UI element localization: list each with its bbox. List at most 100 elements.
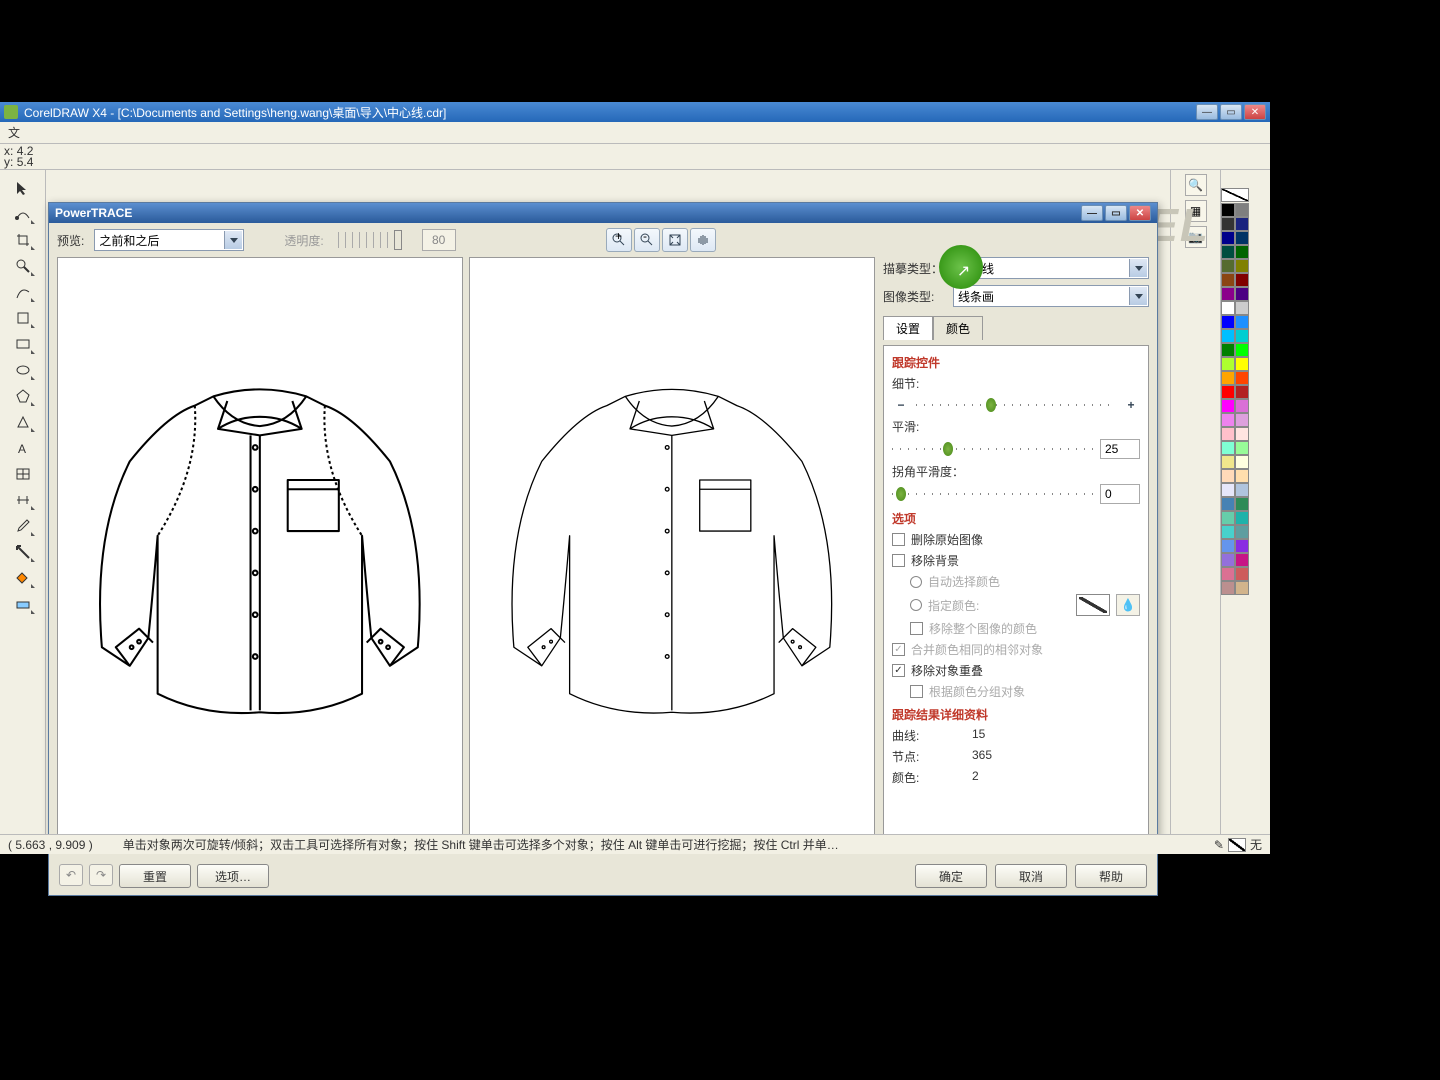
color-swatch[interactable] <box>1235 483 1249 497</box>
color-swatch[interactable] <box>1221 301 1235 315</box>
transparency-slider[interactable] <box>338 232 408 248</box>
delete-original-checkbox[interactable] <box>892 533 905 546</box>
shape-tool[interactable] <box>9 202 37 226</box>
color-swatch[interactable] <box>1221 343 1235 357</box>
reset-button[interactable]: 重置 <box>119 864 191 888</box>
image-type-combo[interactable]: 线条画 <box>953 285 1149 307</box>
detail-slider[interactable] <box>916 396 1116 414</box>
interactive-fill-tool[interactable] <box>9 592 37 616</box>
maximize-button[interactable]: ▭ <box>1220 104 1242 120</box>
color-swatch[interactable] <box>1235 385 1249 399</box>
dialog-minimize-button[interactable]: — <box>1081 205 1103 221</box>
menubar[interactable]: 文 <box>0 122 1270 144</box>
color-swatch[interactable] <box>1235 553 1249 567</box>
dialog-close-button[interactable]: ✕ <box>1129 205 1151 221</box>
redo-button[interactable]: ↷ <box>89 864 113 886</box>
color-swatch[interactable] <box>1235 231 1249 245</box>
color-swatch[interactable] <box>1235 371 1249 385</box>
zoom-in-button[interactable]: + <box>606 228 632 252</box>
color-swatch[interactable] <box>1221 497 1235 511</box>
rectangle-tool[interactable] <box>9 332 37 356</box>
outline-tool[interactable] <box>9 540 37 564</box>
color-swatch[interactable] <box>1221 315 1235 329</box>
ok-button[interactable]: 确定 <box>915 864 987 888</box>
color-swatch[interactable] <box>1221 385 1235 399</box>
corner-value[interactable]: 0 <box>1100 484 1140 504</box>
color-swatch[interactable] <box>1221 553 1235 567</box>
preview-mode-combo[interactable]: 之前和之后 <box>94 229 244 251</box>
ellipse-tool[interactable] <box>9 358 37 382</box>
color-swatch[interactable] <box>1221 273 1235 287</box>
docker-camera-icon[interactable]: 📷 <box>1185 226 1207 248</box>
smart-fill-tool[interactable] <box>9 306 37 330</box>
color-swatch[interactable] <box>1235 581 1249 595</box>
color-swatch[interactable] <box>1235 259 1249 273</box>
color-swatch[interactable] <box>1221 357 1235 371</box>
color-swatch[interactable] <box>1221 567 1235 581</box>
color-swatch[interactable] <box>1221 371 1235 385</box>
corner-slider[interactable] <box>892 485 1094 503</box>
dialog-titlebar[interactable]: PowerTRACE — ▭ ✕ <box>49 203 1157 223</box>
color-swatch[interactable] <box>1235 525 1249 539</box>
dialog-maximize-button[interactable]: ▭ <box>1105 205 1127 221</box>
color-swatch[interactable] <box>1235 469 1249 483</box>
color-swatch[interactable] <box>1235 287 1249 301</box>
color-swatch[interactable] <box>1235 343 1249 357</box>
remove-bg-checkbox[interactable] <box>892 554 905 567</box>
color-swatch[interactable] <box>1235 315 1249 329</box>
detail-plus-button[interactable]: + <box>1122 396 1140 414</box>
color-swatch[interactable] <box>1221 483 1235 497</box>
docker-find-icon[interactable]: 🔍 <box>1185 174 1207 196</box>
color-swatch[interactable] <box>1221 217 1235 231</box>
color-swatch[interactable] <box>1221 287 1235 301</box>
color-palette[interactable] <box>1220 170 1270 834</box>
color-swatch[interactable] <box>1235 497 1249 511</box>
color-swatch[interactable] <box>1221 469 1235 483</box>
undo-button[interactable]: ↶ <box>59 864 83 886</box>
color-swatch[interactable] <box>1221 231 1235 245</box>
text-tool[interactable]: A <box>9 436 37 460</box>
table-tool[interactable] <box>9 462 37 486</box>
options-button[interactable]: 选项… <box>197 864 269 888</box>
color-swatch[interactable] <box>1235 301 1249 315</box>
close-button[interactable]: ✕ <box>1244 104 1266 120</box>
pan-button[interactable] <box>690 228 716 252</box>
polygon-tool[interactable] <box>9 384 37 408</box>
color-swatch[interactable] <box>1221 427 1235 441</box>
zoom-fit-button[interactable] <box>662 228 688 252</box>
detail-minus-button[interactable]: − <box>892 396 910 414</box>
color-swatch[interactable] <box>1221 245 1235 259</box>
docker-hints-icon[interactable]: ▦ <box>1185 200 1207 222</box>
fill-none-swatch[interactable] <box>1228 838 1246 852</box>
color-swatch[interactable] <box>1235 511 1249 525</box>
color-swatch[interactable] <box>1235 441 1249 455</box>
color-swatch[interactable] <box>1221 511 1235 525</box>
basic-shapes-tool[interactable] <box>9 410 37 434</box>
color-swatch[interactable] <box>1221 259 1235 273</box>
cancel-button[interactable]: 取消 <box>995 864 1067 888</box>
color-swatch[interactable] <box>1235 427 1249 441</box>
color-swatch[interactable] <box>1221 399 1235 413</box>
crop-tool[interactable] <box>9 228 37 252</box>
interactive-tool[interactable] <box>9 488 37 512</box>
pick-tool[interactable] <box>9 176 37 200</box>
color-swatch[interactable] <box>1235 273 1249 287</box>
zoom-out-button[interactable]: - <box>634 228 660 252</box>
menu-file[interactable]: 文 <box>8 124 20 141</box>
fill-tool[interactable] <box>9 566 37 590</box>
color-swatch[interactable] <box>1221 539 1235 553</box>
color-swatch[interactable] <box>1221 455 1235 469</box>
color-swatch[interactable] <box>1235 245 1249 259</box>
color-swatch[interactable] <box>1235 567 1249 581</box>
color-swatch[interactable] <box>1221 581 1235 595</box>
color-swatch[interactable] <box>1235 203 1249 217</box>
minimize-button[interactable]: — <box>1196 104 1218 120</box>
no-color-swatch[interactable] <box>1221 188 1249 202</box>
color-swatch[interactable] <box>1235 413 1249 427</box>
remove-overlap-checkbox[interactable]: ✓ <box>892 664 905 677</box>
color-swatch[interactable] <box>1235 217 1249 231</box>
color-swatch[interactable] <box>1221 441 1235 455</box>
color-swatch[interactable] <box>1235 357 1249 371</box>
color-swatch[interactable] <box>1221 525 1235 539</box>
zoom-tool[interactable] <box>9 254 37 278</box>
